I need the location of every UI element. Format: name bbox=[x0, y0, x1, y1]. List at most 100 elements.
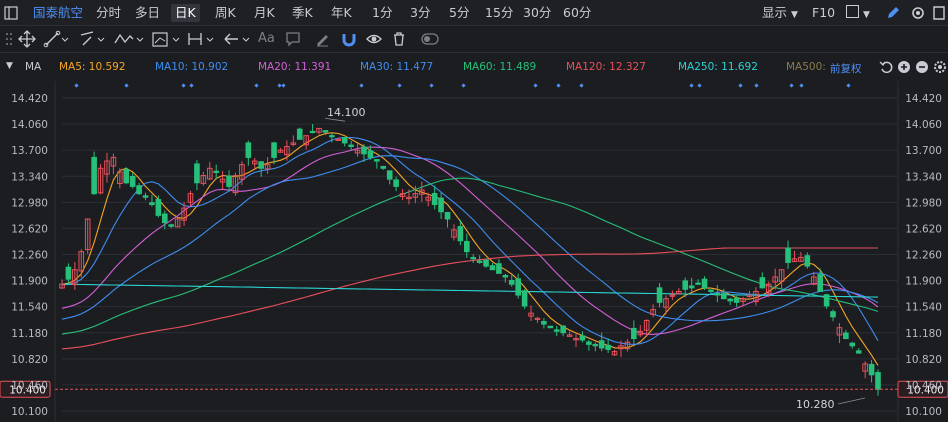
gear-icon[interactable] bbox=[933, 60, 947, 74]
candle-body bbox=[162, 213, 168, 224]
toggle-icon[interactable] bbox=[420, 29, 440, 49]
arrow-tool-icon[interactable] bbox=[222, 29, 252, 49]
candle-body bbox=[463, 240, 470, 253]
eye-icon[interactable] bbox=[365, 29, 383, 49]
candle-body bbox=[329, 135, 335, 138]
pen-icon[interactable] bbox=[885, 5, 901, 21]
measure-tool-icon[interactable] bbox=[150, 29, 182, 49]
y-tick-label-left: 14.060 bbox=[11, 119, 48, 131]
candle-body bbox=[374, 159, 380, 162]
candle-body bbox=[727, 298, 734, 302]
y-tick-label-right: 10.820 bbox=[905, 354, 942, 366]
y-tick-label-left: 11.900 bbox=[11, 276, 48, 288]
candle-body bbox=[168, 224, 175, 227]
candle-body bbox=[508, 279, 515, 285]
candle-body bbox=[258, 161, 264, 169]
y-tick-label-right: 11.180 bbox=[905, 328, 942, 340]
candle-body bbox=[553, 329, 560, 332]
high-price-annotation: 14.100 bbox=[327, 106, 366, 119]
zoom-out-icon[interactable] bbox=[915, 60, 929, 74]
candle-body bbox=[91, 156, 97, 195]
candle-body bbox=[631, 327, 637, 340]
ma60-value: MA60: 11.489 bbox=[463, 61, 537, 73]
period-tab-yearly[interactable]: 年K bbox=[331, 4, 352, 22]
candle-body bbox=[656, 287, 663, 303]
f10-button[interactable]: F10 bbox=[812, 4, 835, 22]
ma10-value: MA10: 10.902 bbox=[155, 61, 229, 73]
candle-body bbox=[547, 325, 554, 329]
candle-body bbox=[438, 197, 444, 213]
period-tab-weekly[interactable]: 周K bbox=[215, 4, 236, 22]
channel-tool-icon[interactable] bbox=[78, 29, 106, 49]
period-tab-daily[interactable]: 日K bbox=[171, 4, 200, 22]
candle-body bbox=[682, 280, 689, 290]
y-tick-label-right: 14.060 bbox=[905, 119, 942, 131]
candle-body bbox=[271, 142, 277, 158]
eraser-icon[interactable] bbox=[313, 29, 331, 49]
candle-body bbox=[714, 292, 721, 296]
candle-body bbox=[701, 278, 708, 289]
y-tick-label-right: 12.980 bbox=[905, 197, 942, 209]
comment-icon[interactable] bbox=[284, 29, 302, 49]
candle-body bbox=[136, 185, 142, 195]
period-tab-3min[interactable]: 3分 bbox=[410, 4, 430, 22]
y-tick-label-right: 11.540 bbox=[905, 302, 942, 314]
candle-body bbox=[470, 256, 477, 260]
period-tab-monthly[interactable]: 月K bbox=[254, 4, 275, 22]
candle-body bbox=[444, 212, 451, 220]
ma5-value: MA5: 10.592 bbox=[59, 61, 126, 73]
display-menu[interactable]: 显示 ▼ bbox=[762, 4, 798, 22]
candle-body bbox=[322, 130, 329, 133]
ma-indicator-label[interactable]: MA bbox=[25, 61, 41, 73]
stock-name[interactable]: 国泰航空 bbox=[33, 4, 83, 22]
candle-body bbox=[245, 142, 252, 158]
period-tab-quarterly[interactable]: 季K bbox=[292, 4, 313, 22]
display-label: 显示 bbox=[762, 5, 788, 20]
square-icon bbox=[846, 5, 859, 18]
candle-body bbox=[823, 294, 830, 307]
layout-toggle[interactable]: ▼ bbox=[846, 4, 870, 22]
period-tab-5min[interactable]: 5分 bbox=[449, 4, 469, 22]
period-tab-1min[interactable]: 1分 bbox=[372, 4, 392, 22]
undo-icon[interactable] bbox=[879, 60, 893, 74]
candle-body bbox=[688, 285, 695, 289]
candle-body bbox=[309, 130, 316, 134]
zoom-in-icon[interactable] bbox=[897, 60, 911, 74]
wave-tool-icon[interactable] bbox=[113, 29, 145, 49]
period-tab-60min[interactable]: 60分 bbox=[563, 4, 591, 22]
settings-icon[interactable] bbox=[910, 5, 926, 21]
candle-body bbox=[65, 266, 72, 280]
trash-icon[interactable] bbox=[390, 29, 408, 49]
text-tool-button[interactable]: Aa bbox=[258, 29, 275, 49]
collapse-icon[interactable]: ▼ bbox=[6, 61, 13, 71]
y-tick-label-right: 13.700 bbox=[905, 145, 942, 157]
candle-body bbox=[502, 275, 509, 278]
candle-body bbox=[489, 265, 496, 271]
chart-grid bbox=[0, 81, 948, 422]
chevron-down-icon: ▼ bbox=[862, 10, 870, 20]
y-tick-label-right: 13.340 bbox=[905, 171, 942, 183]
period-tab-multiday[interactable]: 多日 bbox=[135, 4, 160, 22]
period-tab-15min[interactable]: 15分 bbox=[485, 4, 513, 22]
period-tab-30min[interactable]: 30分 bbox=[523, 4, 551, 22]
adjust-mode-button[interactable]: 前复权 bbox=[830, 61, 862, 76]
ma30-value: MA30: 11.477 bbox=[360, 61, 434, 73]
candle-body bbox=[142, 195, 149, 198]
expand-icon[interactable] bbox=[932, 5, 946, 21]
candle-body bbox=[720, 293, 727, 300]
candlestick-chart[interactable]: 14.10010.28010.400 10.400 14.420 14.42014.… bbox=[0, 81, 948, 422]
candle-body bbox=[560, 325, 566, 334]
range-tool-icon[interactable] bbox=[186, 29, 216, 49]
candle-body bbox=[457, 226, 464, 242]
window-icon[interactable] bbox=[4, 6, 18, 20]
crosshair-icon[interactable] bbox=[17, 29, 37, 49]
ma120-value: MA120: 12.327 bbox=[566, 61, 646, 73]
drag-handle-icon[interactable] bbox=[4, 29, 14, 49]
candle-body bbox=[708, 289, 714, 292]
y-tick-label-right: 12.260 bbox=[905, 250, 942, 262]
candle-body bbox=[515, 278, 521, 296]
period-tab-intraday[interactable]: 分时 bbox=[96, 4, 121, 22]
magnet-icon[interactable] bbox=[340, 29, 358, 49]
line-tool-icon[interactable] bbox=[43, 29, 69, 49]
candle-body bbox=[213, 170, 220, 173]
